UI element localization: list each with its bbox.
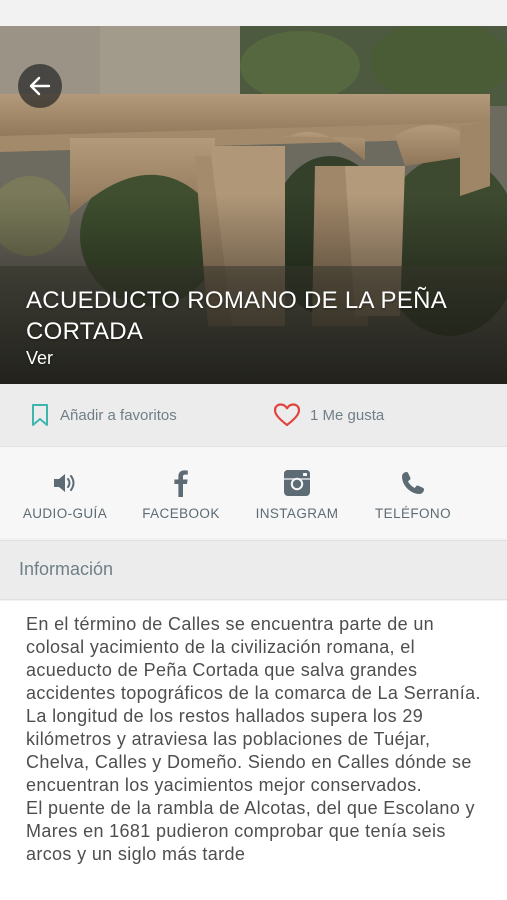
info-section-header: Información (0, 540, 507, 600)
phone-button[interactable]: TELÉFONO (358, 447, 468, 539)
like-count-label: 1 Me gusta (310, 406, 385, 424)
arrow-left-icon (29, 76, 51, 96)
like-button[interactable]: 1 Me gusta (274, 403, 384, 427)
facebook-label: FACEBOOK (142, 506, 220, 521)
info-section-title: Información (19, 559, 114, 579)
place-title: ACUEDUCTO ROMANO DE LA PEÑA CORTADA (26, 287, 446, 345)
action-bar: AUDIO-GUÍA FACEBOOK INSTAGRAM TELÉFONO (0, 446, 507, 538)
speaker-icon (54, 474, 75, 492)
phone-label: TELÉFONO (375, 506, 451, 521)
info-description: En el término de Calles se encuentra par… (26, 614, 481, 864)
heart-icon (274, 403, 300, 427)
instagram-icon (284, 470, 310, 496)
favorites-bar: Añadir a favoritos 1 Me gusta (0, 384, 507, 446)
audio-guide-button[interactable]: AUDIO-GUÍA (10, 447, 120, 539)
facebook-button[interactable]: FACEBOOK (126, 447, 236, 539)
info-section-body: En el término de Calles se encuentra par… (0, 601, 507, 900)
hero-image: ACUEDUCTO ROMANO DE LA PEÑA CORTADA Ver (0, 26, 507, 384)
facebook-icon (174, 470, 188, 497)
status-bar (0, 0, 507, 26)
audio-guide-label: AUDIO-GUÍA (22, 506, 108, 521)
add-favorite-label: Añadir a favoritos (60, 406, 177, 424)
bookmark-icon (32, 404, 48, 426)
phone-icon (402, 472, 424, 494)
place-subtitle[interactable]: Ver (26, 348, 53, 369)
instagram-label: INSTAGRAM (255, 506, 339, 521)
add-favorite-button[interactable]: Añadir a favoritos (30, 403, 177, 427)
back-button[interactable] (18, 64, 62, 108)
instagram-button[interactable]: INSTAGRAM (242, 447, 352, 539)
